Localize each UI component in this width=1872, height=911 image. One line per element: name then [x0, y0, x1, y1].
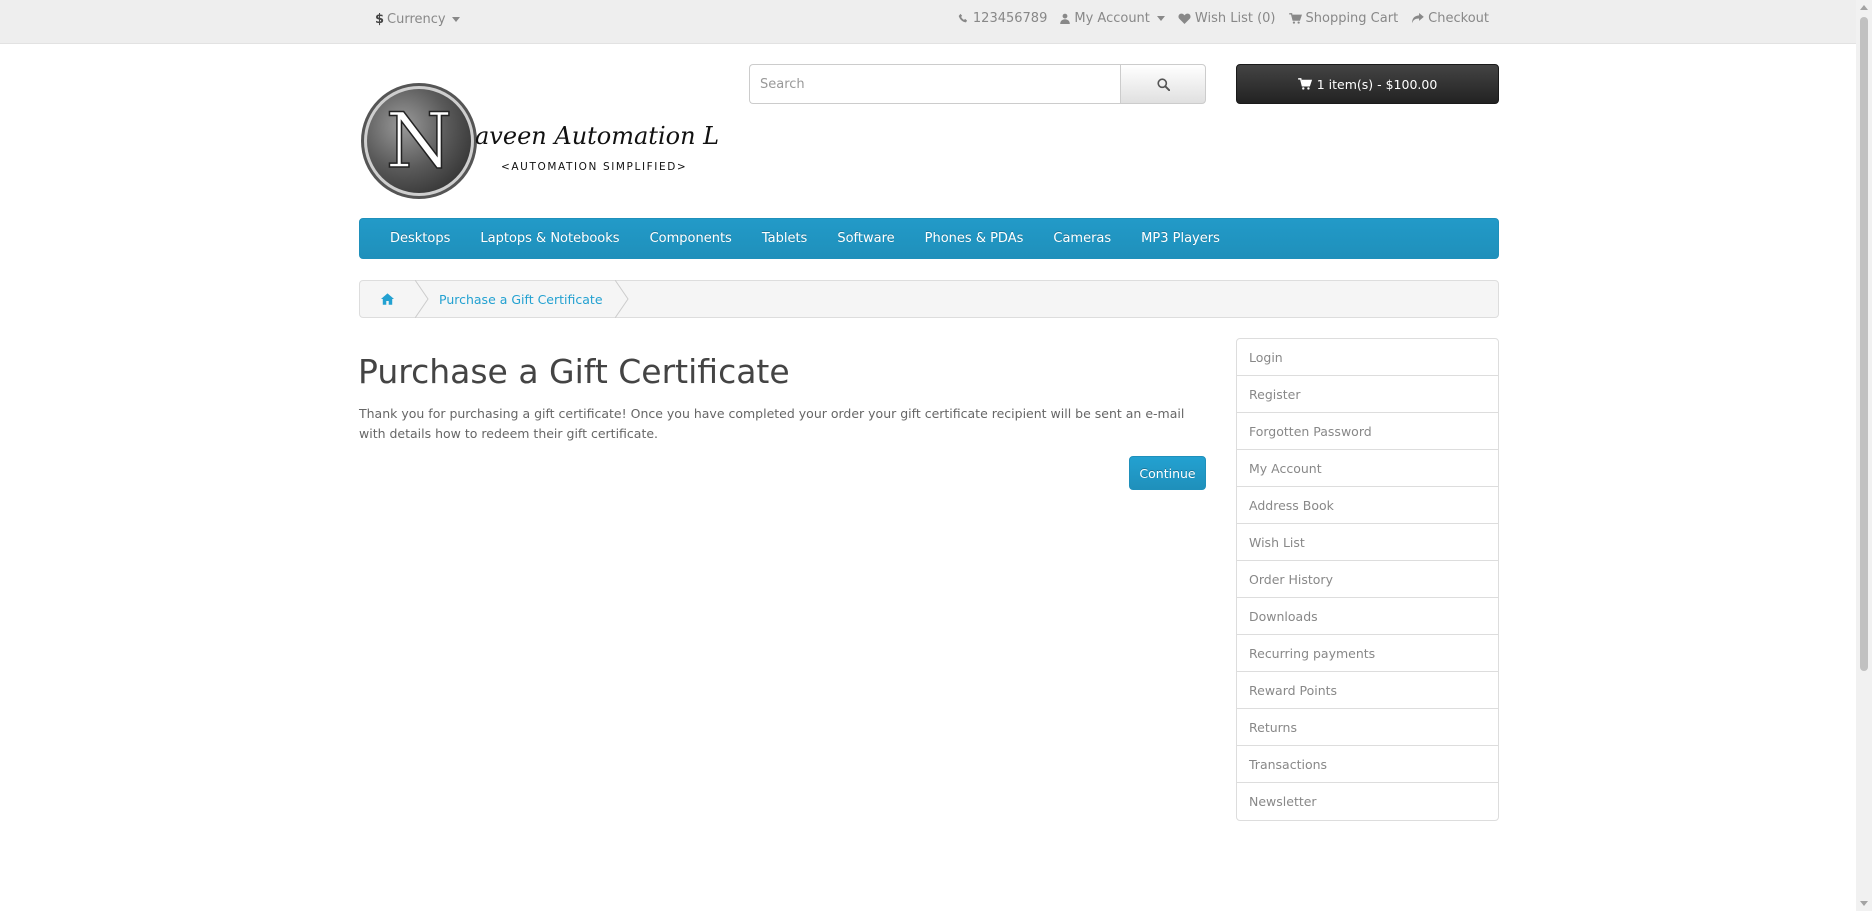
sidebar-item-login[interactable]: Login [1237, 339, 1498, 376]
page-title: Purchase a Gift Certificate [358, 352, 790, 391]
logo[interactable]: N aveen Automation Labs <AUTOMATION SIMP… [359, 82, 761, 202]
checkout-label: Checkout [1428, 11, 1489, 26]
top-links: 123456789 My Account Wish List (0) Shopp… [958, 11, 1489, 26]
vertical-scrollbar[interactable] [1856, 0, 1872, 911]
breadcrumb-separator [415, 280, 429, 318]
menu-item-laptops-notebooks[interactable]: Laptops & Notebooks [480, 231, 619, 246]
search-input[interactable] [749, 64, 1120, 104]
breadcrumb: Purchase a Gift Certificate [359, 280, 1499, 318]
logo-initial: N [386, 96, 453, 185]
share-icon [1412, 13, 1424, 24]
scroll-up-icon[interactable] [1860, 5, 1868, 10]
chevron-down-icon [451, 17, 460, 22]
menu-item-desktops[interactable]: Desktops [390, 231, 450, 246]
search-button[interactable] [1120, 64, 1206, 104]
scroll-down-icon[interactable] [1860, 901, 1868, 906]
wish-list-link[interactable]: Wish List (0) [1178, 11, 1276, 26]
checkout-link[interactable]: Checkout [1411, 11, 1489, 26]
shopping-cart-icon [1288, 13, 1302, 24]
scrollbar-thumb[interactable] [1860, 17, 1868, 671]
sidebar-item-my-account[interactable]: My Account [1237, 450, 1498, 487]
home-icon [381, 293, 394, 305]
heart-icon [1178, 13, 1191, 24]
menu-item-software[interactable]: Software [837, 231, 894, 246]
menu-item-tablets[interactable]: Tablets [762, 231, 808, 246]
shopping-cart-link[interactable]: Shopping Cart [1288, 11, 1399, 26]
currency-symbol: $ [375, 12, 385, 27]
sidebar-item-reward-points[interactable]: Reward Points [1237, 672, 1498, 709]
phone-link[interactable]: 123456789 [958, 11, 1047, 26]
breadcrumb-current[interactable]: Purchase a Gift Certificate [429, 292, 615, 307]
logo-image: N aveen Automation Labs <AUTOMATION SIMP… [361, 83, 761, 199]
shopping-cart-label: Shopping Cart [1305, 11, 1399, 26]
sidebar-item-wish-list[interactable]: Wish List [1237, 524, 1498, 561]
menu-item-components[interactable]: Components [650, 231, 732, 246]
breadcrumb-separator [614, 280, 629, 318]
user-icon [1060, 13, 1071, 24]
sidebar-item-returns[interactable]: Returns [1237, 709, 1498, 746]
menu-item-phones-pdas[interactable]: Phones & PDAs [925, 231, 1024, 246]
search-group [749, 64, 1206, 104]
search-icon [1156, 77, 1170, 91]
chevron-down-icon [1156, 16, 1165, 21]
currency-dropdown[interactable]: $ Currency [375, 12, 460, 27]
top-bar: $ Currency 123456789 My Account Wish Lis… [0, 0, 1856, 44]
sidebar-item-forgotten-password[interactable]: Forgotten Password [1237, 413, 1498, 450]
menu-item-cameras[interactable]: Cameras [1053, 231, 1111, 246]
sidebar-item-address-book[interactable]: Address Book [1237, 487, 1498, 524]
cart-button[interactable]: 1 item(s) - $100.00 [1236, 64, 1499, 104]
breadcrumb-home[interactable] [360, 281, 415, 317]
page-description: Thank you for purchasing a gift certific… [359, 406, 1185, 441]
logo-name: aveen Automation Labs [475, 122, 719, 150]
account-sidebar: Login Register Forgotten Password My Acc… [1236, 338, 1499, 821]
sidebar-item-order-history[interactable]: Order History [1237, 561, 1498, 598]
my-account-label: My Account [1074, 11, 1150, 26]
shopping-cart-icon [1297, 78, 1312, 90]
menu-item-mp3-players[interactable]: MP3 Players [1141, 231, 1220, 246]
sidebar-item-transactions[interactable]: Transactions [1237, 746, 1498, 783]
phone-icon [958, 13, 967, 23]
wish-list-label: Wish List (0) [1194, 11, 1276, 26]
my-account-link[interactable]: My Account [1060, 11, 1165, 26]
currency-label: Currency [387, 12, 446, 27]
continue-button[interactable]: Continue [1129, 456, 1206, 490]
phone-number: 123456789 [972, 11, 1048, 26]
logo-tagline: <AUTOMATION SIMPLIFIED> [501, 161, 687, 173]
main-menu: Desktops Laptops & Notebooks Components … [359, 218, 1499, 259]
sidebar-item-recurring-payments[interactable]: Recurring payments [1237, 635, 1498, 672]
cart-total: 1 item(s) - $100.00 [1316, 76, 1438, 92]
sidebar-item-downloads[interactable]: Downloads [1237, 598, 1498, 635]
sidebar-item-newsletter[interactable]: Newsletter [1237, 783, 1498, 820]
sidebar-item-register[interactable]: Register [1237, 376, 1498, 413]
